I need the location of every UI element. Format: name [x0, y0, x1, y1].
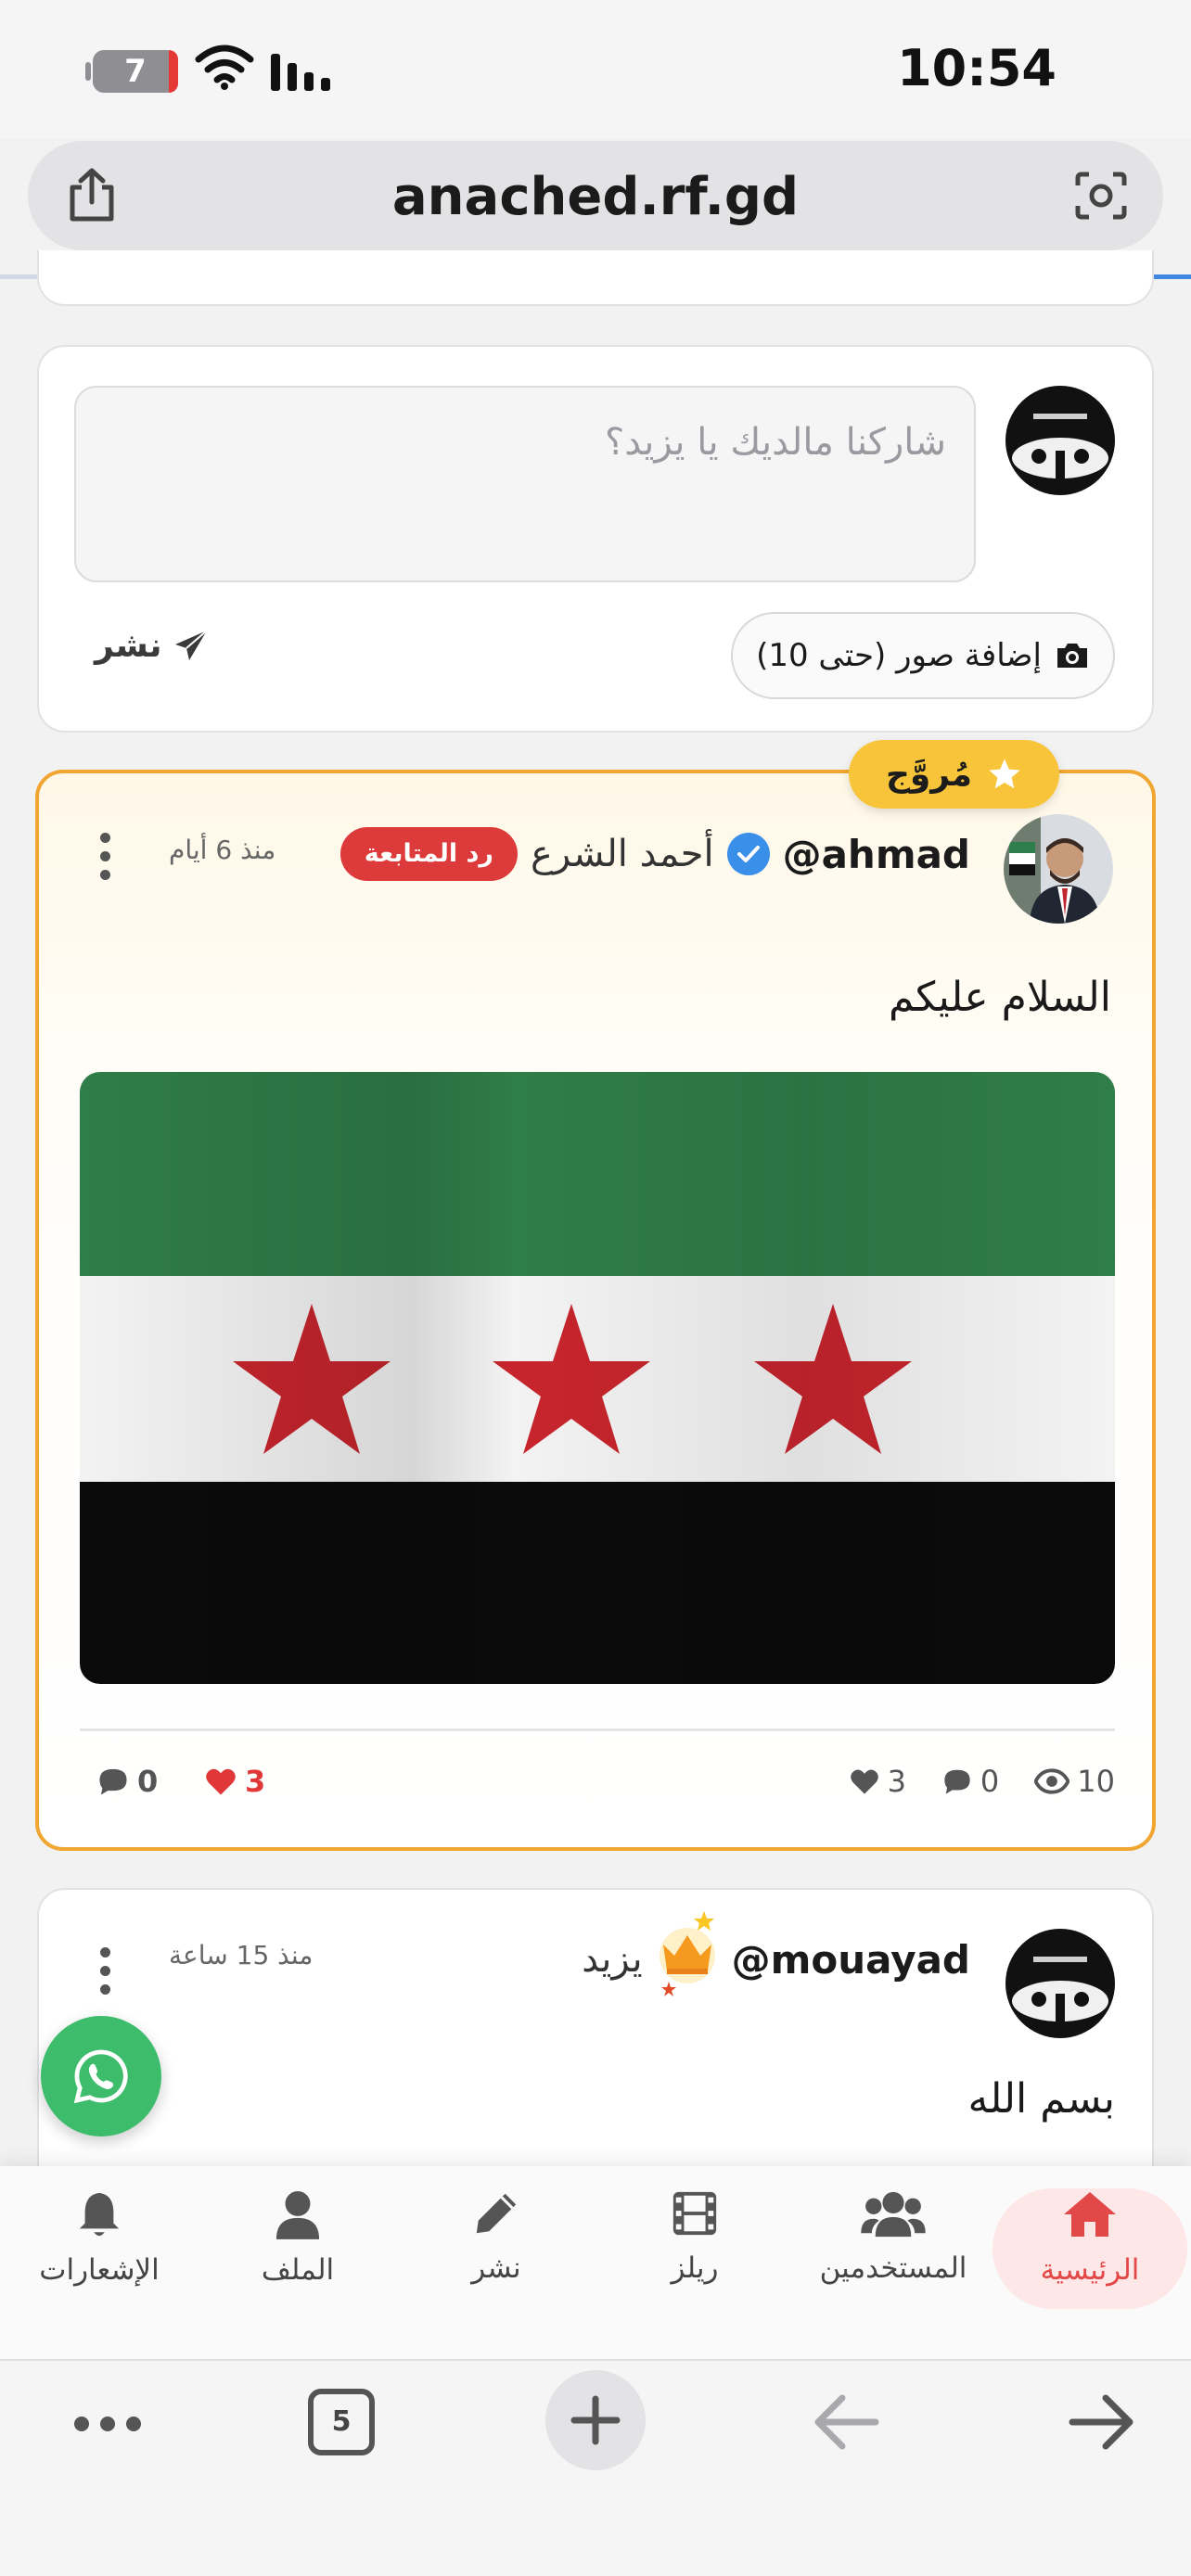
more-options-icon[interactable]	[100, 1947, 113, 2003]
bell-icon	[79, 2192, 120, 2237]
nav-item-profile[interactable]: الملف	[198, 2188, 397, 2309]
author-handle[interactable]: @mouayad	[732, 1937, 970, 1983]
avatar[interactable]	[1005, 1929, 1115, 2038]
promoted-post: مُروَّج @ahmad أحمد الشرع رد المتابعة من…	[35, 740, 1156, 1851]
battery-level: 7	[124, 53, 147, 90]
url-text[interactable]: anached.rf.gd	[28, 167, 1163, 227]
post-card: @mouayad يزيد منذ 15 ساعة بسم الله	[37, 1888, 1154, 2194]
add-photos-button[interactable]: إضافة صور (حتى 10)	[731, 612, 1115, 699]
author-handle[interactable]: @ahmad	[783, 832, 970, 877]
post-stats: 3 0 10	[849, 1764, 1115, 1799]
nav-label: المستخدمين	[819, 2251, 967, 2285]
comments-count: 0	[980, 1764, 1000, 1799]
divider	[80, 1728, 1115, 1731]
avatar[interactable]	[1005, 386, 1115, 495]
comment-icon	[99, 1768, 127, 1795]
bottom-navigation: الرئيسية المستخدمين ريلز نشر الملف الإشع…	[0, 2166, 1191, 2359]
plus-icon	[570, 2395, 621, 2445]
post-image[interactable]	[80, 1072, 1115, 1684]
publish-button[interactable]: نشر	[95, 627, 209, 665]
post-text: بسم الله	[967, 2075, 1115, 2123]
post-header: @ahmad أحمد الشرع رد المتابعة	[339, 822, 970, 886]
users-icon	[861, 2191, 926, 2238]
battery-nub	[85, 62, 91, 81]
verified-icon	[726, 833, 770, 875]
post-text: السلام عليكم	[888, 974, 1111, 1021]
nav-label: ريلز	[671, 2251, 719, 2285]
tabs-button[interactable]: 5	[308, 2389, 375, 2455]
comment-button[interactable]: 0	[96, 1764, 158, 1799]
author-name[interactable]: أحمد الشرع	[531, 833, 714, 875]
crown-icon	[659, 1911, 715, 1996]
nav-label: نشر	[471, 2251, 521, 2285]
wifi-icon	[195, 45, 254, 90]
film-icon	[672, 2191, 717, 2236]
whatsapp-icon	[73, 2049, 128, 2104]
nav-item-home[interactable]: الرئيسية	[992, 2188, 1187, 2309]
forward-arrow-icon[interactable]	[1067, 2394, 1137, 2450]
cellular-signal-icon	[271, 54, 330, 91]
nav-label: الإشعارات	[39, 2253, 160, 2287]
post-timestamp: منذ 6 أيام	[169, 835, 276, 865]
new-tab-button[interactable]	[545, 2370, 646, 2470]
nav-item-notifications[interactable]: الإشعارات	[0, 2188, 198, 2309]
add-photos-label: إضافة صور (حتى 10)	[756, 637, 1042, 674]
nav-item-reels[interactable]: ريلز	[596, 2188, 794, 2309]
pencil-icon	[476, 2193, 517, 2234]
publish-label: نشر	[95, 627, 162, 665]
nav-label: الرئيسية	[1040, 2253, 1140, 2287]
paper-plane-icon	[174, 629, 208, 660]
camera-lens-icon[interactable]	[1074, 171, 1128, 221]
more-options-icon[interactable]	[100, 833, 113, 888]
promoted-label: مُروَّج	[885, 755, 972, 794]
comment-icon	[944, 1769, 970, 1794]
nav-item-publish[interactable]: نشر	[397, 2188, 596, 2309]
status-bar: 7 10:54	[0, 0, 1191, 139]
avatar[interactable]	[1004, 814, 1113, 924]
nav-item-users[interactable]: المستخدمين	[794, 2188, 992, 2309]
nav-label: الملف	[261, 2253, 335, 2287]
post-textarea[interactable]: شاركنا مالديك يا يزيد؟	[74, 386, 976, 582]
post-timestamp: منذ 15 ساعة	[169, 1940, 314, 1970]
star-icon	[989, 759, 1020, 789]
address-bar[interactable]: anached.rf.gd	[28, 141, 1163, 250]
more-menu-icon[interactable]	[72, 2415, 143, 2433]
follow-back-button[interactable]: رد المتابعة	[339, 827, 518, 881]
user-icon	[275, 2191, 320, 2239]
home-icon	[1064, 2192, 1116, 2237]
clock: 10:54	[897, 39, 1057, 97]
previous-card-edge	[37, 250, 1154, 306]
comment-button-count: 0	[137, 1764, 159, 1799]
battery-icon: 7	[93, 50, 178, 93]
heart-icon	[850, 1769, 878, 1794]
post-header: @mouayad يزيد	[582, 1911, 970, 1996]
like-button[interactable]: 3	[204, 1764, 265, 1799]
camera-icon	[1057, 644, 1087, 668]
views-count: 10	[1077, 1764, 1115, 1799]
likes-count: 3	[887, 1764, 906, 1799]
post-composer: شاركنا مالديك يا يزيد؟ إضافة صور (حتى 10…	[37, 345, 1154, 733]
back-arrow-icon[interactable]	[811, 2394, 881, 2450]
author-name[interactable]: يزيد	[582, 1938, 642, 1981]
heart-icon	[206, 1768, 236, 1795]
browser-toolbar: 5	[0, 2359, 1191, 2576]
like-button-count: 3	[245, 1764, 266, 1799]
views-icon	[1034, 1768, 1070, 1794]
whatsapp-button[interactable]	[41, 2016, 161, 2136]
promoted-badge: مُروَّج	[848, 740, 1059, 809]
